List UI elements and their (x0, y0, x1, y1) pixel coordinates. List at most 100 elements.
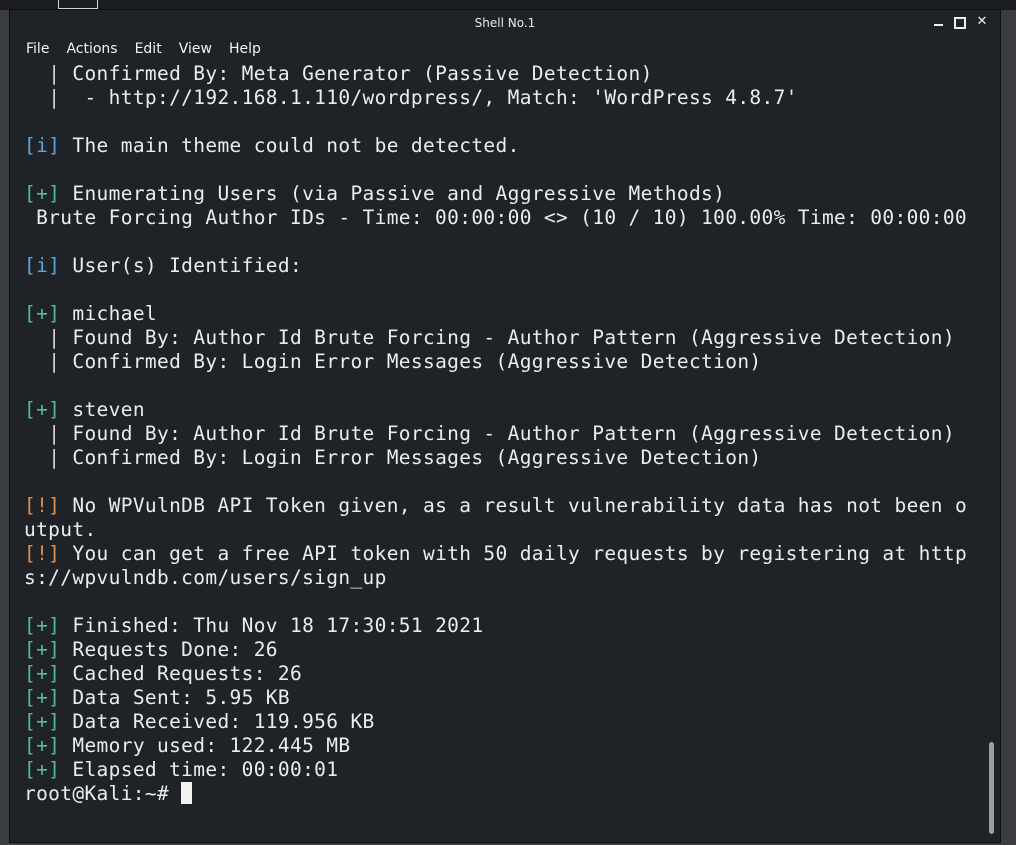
terminal-line: | Found By: Author Id Brute Forcing - Au… (24, 326, 999, 350)
terminal-line: [+] Requests Done: 26 (24, 638, 999, 662)
success-marker: [+] (24, 686, 61, 709)
menu-help[interactable]: Help (229, 41, 261, 57)
scrollbar[interactable] (985, 62, 1000, 842)
terminal-line: [i] The main theme could not be detected… (24, 134, 999, 158)
menu-bar: File Actions Edit View Help (10, 36, 1000, 62)
terminal-line: | Confirmed By: Login Error Messages (Ag… (24, 350, 999, 374)
success-marker: [+] (24, 734, 61, 757)
tree-bar: | (48, 62, 61, 85)
line-text: Brute Forcing Author IDs - Time: 00:00:0… (24, 206, 968, 229)
line-text: User(s) Identified: (60, 254, 303, 277)
terminal-line: s://wpvulndb.com/users/sign_up (24, 566, 999, 590)
line-text: Enumerating Users (via Passive and Aggre… (60, 182, 726, 205)
line-text: - http://192.168.1.110/wordpress/, Match… (60, 86, 798, 109)
close-button[interactable]: ✕ (974, 14, 990, 30)
line-text: steven (60, 398, 145, 421)
line-text (24, 350, 48, 373)
line-text (24, 446, 48, 469)
terminal-line: [!] No WPVulnDB API Token given, as a re… (24, 494, 999, 518)
terminal-line: [i] User(s) Identified: (24, 254, 999, 278)
prompt-line[interactable]: root@Kali:~# (24, 782, 999, 806)
success-marker: [+] (24, 302, 61, 325)
terminal-line: [!] You can get a free API token with 50… (24, 542, 999, 566)
tree-bar: | (48, 350, 61, 373)
info-marker: [i] (24, 134, 61, 157)
window-title: Shell No.1 (474, 16, 536, 30)
terminal-line: [+] Finished: Thu Nov 18 17:30:51 2021 (24, 614, 999, 638)
line-text: Found By: Author Id Brute Forcing - Auth… (60, 422, 955, 445)
terminal-output[interactable]: | Confirmed By: Meta Generator (Passive … (10, 62, 999, 842)
terminal-line: [+] steven (24, 398, 999, 422)
tree-bar: | (48, 86, 61, 109)
line-text: Confirmed By: Login Error Messages (Aggr… (60, 446, 762, 469)
warning-marker: [!] (24, 542, 61, 565)
line-text: s://wpvulndb.com/users/sign_up (24, 566, 387, 589)
terminal-line: [+] Cached Requests: 26 (24, 662, 999, 686)
maximize-button[interactable] (952, 14, 968, 30)
success-marker: [+] (24, 638, 61, 661)
line-text: Memory used: 122.445 MB (60, 734, 351, 757)
terminal-line: | Confirmed By: Login Error Messages (Ag… (24, 446, 999, 470)
shell-prompt: root@Kali:~# (24, 782, 182, 805)
terminal-line: | Found By: Author Id Brute Forcing - Au… (24, 422, 999, 446)
terminal-line: [+] michael (24, 302, 999, 326)
menu-actions[interactable]: Actions (66, 41, 117, 57)
success-marker: [+] (24, 662, 61, 685)
line-text: Confirmed By: Login Error Messages (Aggr… (60, 350, 762, 373)
terminal-window: Shell No.1 ✕ File Actions Edit View Help… (10, 10, 1000, 842)
line-text: Data Sent: 5.95 KB (60, 686, 290, 709)
terminal-line: [+] Memory used: 122.445 MB (24, 734, 999, 758)
terminal-line: Brute Forcing Author IDs - Time: 00:00:0… (24, 206, 999, 230)
info-marker: [i] (24, 254, 61, 277)
line-text (24, 62, 48, 85)
line-text: utput. (24, 518, 97, 541)
text-cursor (181, 782, 193, 804)
tree-bar: | (48, 446, 61, 469)
line-text: Requests Done: 26 (60, 638, 278, 661)
success-marker: [+] (24, 398, 61, 421)
success-marker: [+] (24, 614, 61, 637)
scrollbar-thumb[interactable] (989, 742, 994, 834)
line-text: No WPVulnDB API Token given, as a result… (60, 494, 968, 517)
maximize-icon (954, 17, 966, 29)
line-text (24, 86, 48, 109)
tree-bar: | (48, 326, 61, 349)
line-text: Elapsed time: 00:00:01 (60, 758, 339, 781)
close-icon: ✕ (976, 14, 988, 29)
minimize-icon (933, 24, 943, 26)
line-text: The main theme could not be detected. (60, 134, 520, 157)
line-text: Found By: Author Id Brute Forcing - Auth… (60, 326, 955, 349)
line-text: Confirmed By: Meta Generator (Passive De… (60, 62, 653, 85)
line-text: You can get a free API token with 50 dai… (60, 542, 968, 565)
terminal-line: | - http://192.168.1.110/wordpress/, Mat… (24, 86, 999, 110)
terminal-line: [+] Elapsed time: 00:00:01 (24, 758, 999, 782)
tree-bar: | (48, 422, 61, 445)
menu-edit[interactable]: Edit (135, 41, 162, 57)
terminal-line: [+] Data Sent: 5.95 KB (24, 686, 999, 710)
warning-marker: [!] (24, 494, 61, 517)
terminal-line: utput. (24, 518, 999, 542)
line-text (24, 326, 48, 349)
terminal-line: [+] Data Received: 119.956 KB (24, 710, 999, 734)
taskbar-strip (0, 0, 1016, 10)
line-text: Cached Requests: 26 (60, 662, 303, 685)
terminal-line: [+] Enumerating Users (via Passive and A… (24, 182, 999, 206)
title-bar: Shell No.1 ✕ (10, 10, 1000, 36)
background-tab (58, 0, 98, 9)
line-text: michael (60, 302, 158, 325)
success-marker: [+] (24, 710, 61, 733)
desktop: Shell No.1 ✕ File Actions Edit View Help… (0, 0, 1016, 845)
terminal-line: | Confirmed By: Meta Generator (Passive … (24, 62, 999, 86)
minimize-button[interactable] (930, 14, 946, 30)
menu-view[interactable]: View (179, 41, 212, 57)
menu-file[interactable]: File (26, 41, 49, 57)
success-marker: [+] (24, 758, 61, 781)
line-text: Finished: Thu Nov 18 17:30:51 2021 (60, 614, 484, 637)
